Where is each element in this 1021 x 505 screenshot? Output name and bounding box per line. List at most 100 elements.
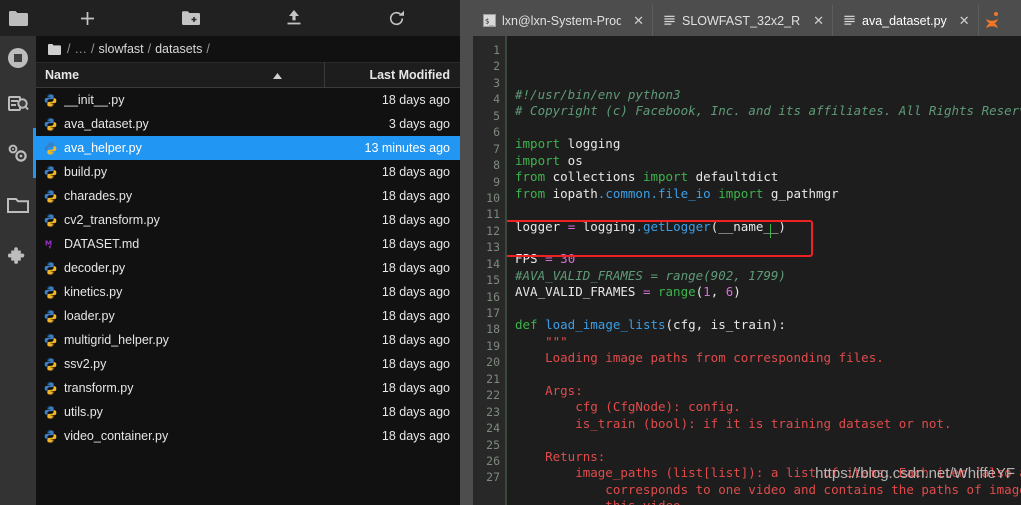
code-line[interactable] — [515, 120, 1021, 136]
column-header-name[interactable]: Name — [36, 62, 325, 88]
file-list-item[interactable]: video_container.py 18 days ago — [36, 424, 460, 448]
code-line[interactable] — [515, 432, 1021, 448]
file-list[interactable]: __init__.py 18 days ago ava_dataset.py 3 da… — [36, 88, 460, 505]
new-launcher-button[interactable] — [36, 0, 139, 36]
code-line[interactable]: import os — [515, 153, 1021, 169]
line-number: 8 — [493, 158, 500, 173]
code-line[interactable] — [515, 366, 1021, 382]
file-list-item[interactable]: M DATASET.md 18 days ago — [36, 232, 460, 256]
editor-tab[interactable]: ava_dataset.py ✕ — [833, 5, 979, 36]
code-token: FPS — [515, 251, 546, 267]
close-icon[interactable]: ✕ — [813, 14, 824, 27]
code-token: os — [560, 152, 583, 168]
code-line[interactable]: def load_image_lists(cfg, is_train): — [515, 317, 1021, 333]
file-list-item[interactable]: utils.py 18 days ago — [36, 400, 460, 424]
code-line[interactable]: logger = logging.getLogger(__name__) — [515, 219, 1021, 235]
activity-bar — [0, 0, 36, 505]
code-line[interactable] — [515, 301, 1021, 317]
line-number: 6 — [493, 125, 500, 140]
column-header-last-modified[interactable]: Last Modified — [325, 62, 460, 88]
code-token: (cfg, is_train): — [665, 317, 786, 333]
file-list-item[interactable]: cv2_transform.py 18 days ago — [36, 208, 460, 232]
code-line[interactable]: #AVA_VALID_FRAMES = range(902, 1799) — [515, 268, 1021, 284]
breadcrumb-item-slowfast[interactable]: slowfast — [98, 42, 143, 56]
close-icon[interactable]: ✕ — [959, 14, 970, 27]
file-list-item[interactable]: ava_helper.py 13 minutes ago — [36, 136, 460, 160]
panel-splitter[interactable] — [460, 0, 473, 505]
code-editor[interactable]: 1 2 3 4 5 6 7 8 9 10 11 12 13 14 15 16 17 18 19 20 21 22 23 24 2… — [473, 36, 1021, 505]
python-icon — [36, 333, 64, 347]
code-token: logging — [575, 218, 636, 234]
breadcrumb-ellipsis[interactable]: … — [74, 42, 87, 56]
line-number: 5 — [493, 108, 500, 123]
file-list-item[interactable]: decoder.py 18 days ago — [36, 256, 460, 280]
code-line[interactable]: Loading image paths from corresponding f… — [515, 350, 1021, 366]
file-list-item[interactable]: loader.py 18 days ago — [36, 304, 460, 328]
file-name: __init__.py — [64, 93, 125, 107]
file-modified: 18 days ago — [381, 237, 450, 251]
column-header-name-label: Name — [45, 68, 80, 82]
code-line[interactable]: from collections import defaultdict — [515, 169, 1021, 185]
close-icon[interactable]: ✕ — [633, 14, 644, 27]
code-line[interactable] — [515, 235, 1021, 251]
code-line[interactable]: cfg (CfgNode): config. — [515, 399, 1021, 415]
python-icon — [36, 213, 64, 227]
file-list-item[interactable]: charades.py 18 days ago — [36, 184, 460, 208]
file-list-item[interactable]: ava_dataset.py 3 days ago — [36, 112, 460, 136]
sidebar-item-commands[interactable] — [0, 80, 36, 128]
editor-tab[interactable]: SLOWFAST_32x2_R101_ ✕ — [653, 5, 833, 36]
svg-text:M: M — [44, 238, 51, 247]
code-line[interactable]: from iopath.common.file_io import g_path… — [515, 186, 1021, 202]
sidebar-item-settings[interactable] — [0, 128, 36, 178]
file-modified: 18 days ago — [381, 357, 450, 371]
code-line[interactable]: corresponds to one video and contains th… — [515, 482, 1021, 498]
file-name: cv2_transform.py — [64, 213, 160, 227]
upload-button[interactable] — [242, 0, 345, 36]
code-line[interactable]: """ — [515, 334, 1021, 350]
code-token: (__name__) — [710, 218, 786, 234]
file-list-item[interactable]: __init__.py 18 days ago — [36, 88, 460, 112]
new-folder-button[interactable] — [139, 0, 242, 36]
line-number: 26 — [486, 453, 500, 468]
code-line[interactable]: FPS = 30 — [515, 251, 1021, 267]
sidebar-item-folder[interactable] — [0, 0, 36, 36]
editor-tab[interactable]: $_ lxn@lxn-System-Produ ✕ — [473, 5, 653, 36]
file-list-item[interactable]: build.py 18 days ago — [36, 160, 460, 184]
folder-icon[interactable] — [48, 43, 61, 55]
file-list-item[interactable]: transform.py 18 days ago — [36, 376, 460, 400]
code-line[interactable]: this video. — [515, 498, 1021, 505]
line-number: 18 — [486, 322, 500, 337]
code-token: , — [710, 284, 726, 300]
plus-icon — [80, 11, 95, 26]
code-line[interactable]: AVA_VALID_FRAMES = range(1, 6) — [515, 284, 1021, 300]
code-line[interactable] — [515, 202, 1021, 218]
refresh-button[interactable] — [345, 0, 448, 36]
file-name: charades.py — [64, 189, 133, 203]
editor-tab-label: SLOWFAST_32x2_R101_ — [682, 13, 801, 28]
code-line[interactable]: Returns: — [515, 449, 1021, 465]
breadcrumb-sep-3: / — [206, 42, 210, 56]
file-name: ava_dataset.py — [64, 117, 149, 131]
code-token: ) — [733, 284, 741, 300]
new-folder-icon — [181, 10, 200, 26]
file-browser-toolbar — [36, 0, 460, 36]
file-list-item[interactable]: kinetics.py 18 days ago — [36, 280, 460, 304]
editor-tab-bar[interactable]: $_lxn@lxn-System-Produ✕SLOWFAST_32x2_R10… — [473, 0, 1021, 36]
code-content[interactable]: #!/usr/bin/env python3 # Copyright (c) Fa… — [507, 36, 1021, 505]
breadcrumb[interactable]: / … / slowfast / datasets / — [36, 36, 460, 62]
code-line[interactable]: Args: — [515, 383, 1021, 399]
sidebar-item-open-tabs[interactable] — [0, 178, 36, 230]
sidebar-item-running[interactable] — [0, 36, 36, 80]
file-list-item[interactable]: multigrid_helper.py 18 days ago — [36, 328, 460, 352]
code-line[interactable]: import logging — [515, 136, 1021, 152]
code-line[interactable]: image_paths (list[list]): a list of item… — [515, 465, 1021, 481]
code-line[interactable]: #!/usr/bin/env python3 — [515, 87, 1021, 103]
code-line[interactable]: is_train (bool): if it is training datas… — [515, 416, 1021, 432]
code-token: 30 — [560, 251, 576, 267]
code-line[interactable]: # Copyright (c) Facebook, Inc. and its a… — [515, 103, 1021, 119]
sidebar-item-extensions[interactable] — [0, 230, 36, 282]
file-name: transform.py — [64, 381, 134, 395]
file-modified: 18 days ago — [381, 285, 450, 299]
breadcrumb-item-datasets[interactable]: datasets — [155, 42, 202, 56]
file-list-item[interactable]: ssv2.py 18 days ago — [36, 352, 460, 376]
